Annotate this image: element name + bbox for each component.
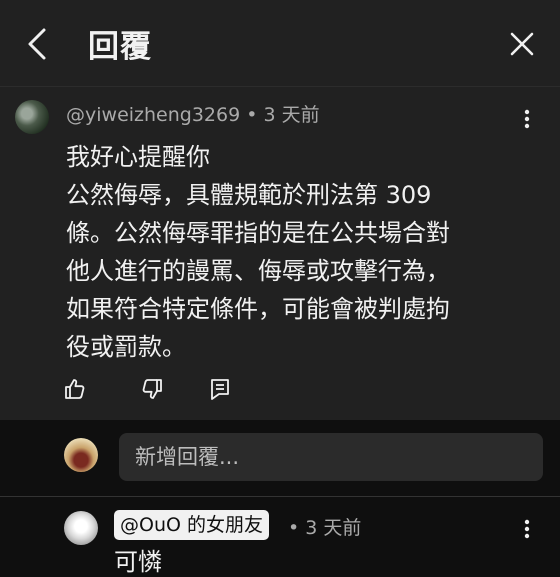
reply-meta: • 3 天前 — [288, 513, 361, 540]
top-app-bar: 回覆 — [0, 0, 560, 87]
more-options-button[interactable] — [515, 105, 539, 133]
avatar[interactable] — [64, 511, 98, 545]
more-vert-icon — [524, 109, 530, 129]
more-vert-icon — [524, 519, 530, 539]
thumbs-up-icon — [65, 379, 85, 399]
mention-chip[interactable]: @OuO 的女朋友 — [114, 510, 269, 540]
comment-text-line: 如果符合特定條件，可能會被判處拘 — [66, 295, 450, 323]
close-icon — [510, 32, 534, 56]
comment-text-line: 他人進行的謾罵、侮辱或攻擊行為， — [66, 257, 450, 285]
comment-author[interactable]: @yiweizheng3269 — [66, 104, 240, 126]
comment-text-line: 條。公然侮辱罪指的是在公共場合對 — [66, 219, 450, 247]
parent-comment: @yiweizheng3269 • 3 天前 我好心提醒你 公然侮辱，具體規範於… — [0, 87, 560, 420]
comment-text-line: 役或罰款。 — [66, 333, 186, 361]
reply-time: 3 天前 — [305, 517, 362, 539]
comment-icon — [211, 379, 229, 400]
add-reply-row: 新增回覆... — [0, 421, 560, 495]
comment-text-line: 我好心提醒你 — [66, 143, 210, 171]
meta-separator: • — [288, 517, 300, 539]
thumbs-down-icon — [142, 379, 162, 399]
dislike-button[interactable] — [139, 376, 165, 402]
close-button[interactable] — [506, 28, 538, 60]
like-button[interactable] — [62, 376, 88, 402]
reply-comment: @OuO 的女朋友 • 3 天前 可憐 — [0, 497, 560, 576]
reply-button[interactable] — [207, 376, 233, 402]
reply-input[interactable]: 新增回覆... — [119, 433, 543, 481]
page-title: 回覆 — [88, 29, 152, 65]
chevron-left-icon — [28, 28, 46, 60]
comment-text-line: 公然侮辱，具體規範於刑法第 309 — [66, 181, 432, 209]
comment-time: 3 天前 — [263, 104, 320, 126]
back-button[interactable] — [22, 26, 54, 62]
more-options-button[interactable] — [515, 515, 539, 543]
avatar[interactable] — [15, 100, 49, 134]
comment-meta: @yiweizheng3269 • 3 天前 — [66, 100, 320, 127]
meta-separator: • — [246, 104, 258, 126]
avatar — [64, 438, 98, 472]
